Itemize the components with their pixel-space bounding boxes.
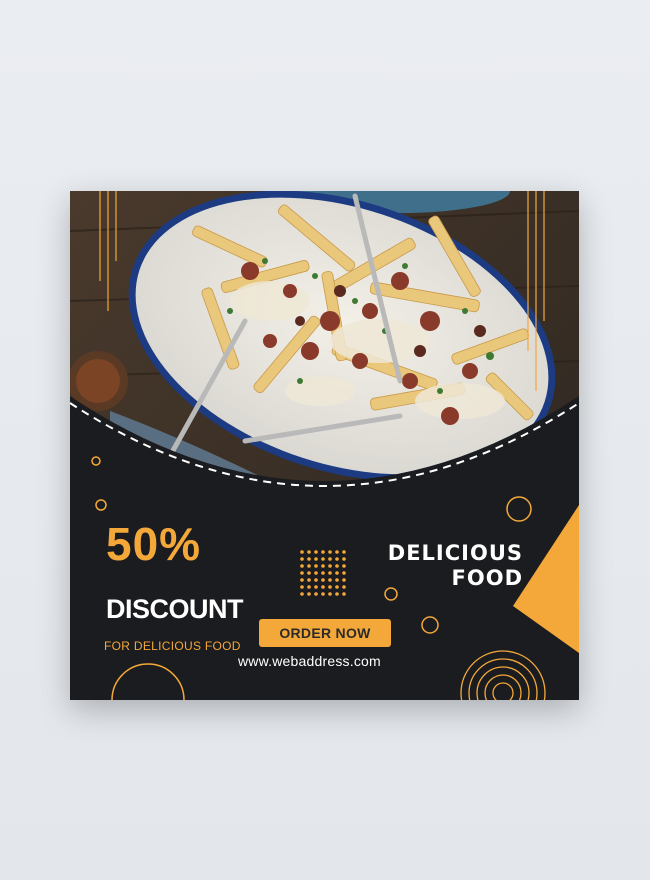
- discount-label: DISCOUNT: [106, 594, 244, 624]
- discount-subtitle: FOR DELICIOUS FOOD: [104, 639, 241, 653]
- discount-percent: 50%: [106, 518, 202, 570]
- website-link[interactable]: www.webaddress.com: [238, 653, 381, 669]
- promo-card: 50% DISCOUNT FOR DELICIOUS FOOD DELICIOU…: [70, 191, 579, 700]
- order-now-button[interactable]: ORDER NOW: [259, 619, 391, 647]
- headline: DELICIOUS FOOD: [388, 541, 523, 591]
- headline-line-2: FOOD: [451, 566, 523, 590]
- headline-line-1: DELICIOUS: [387, 541, 523, 565]
